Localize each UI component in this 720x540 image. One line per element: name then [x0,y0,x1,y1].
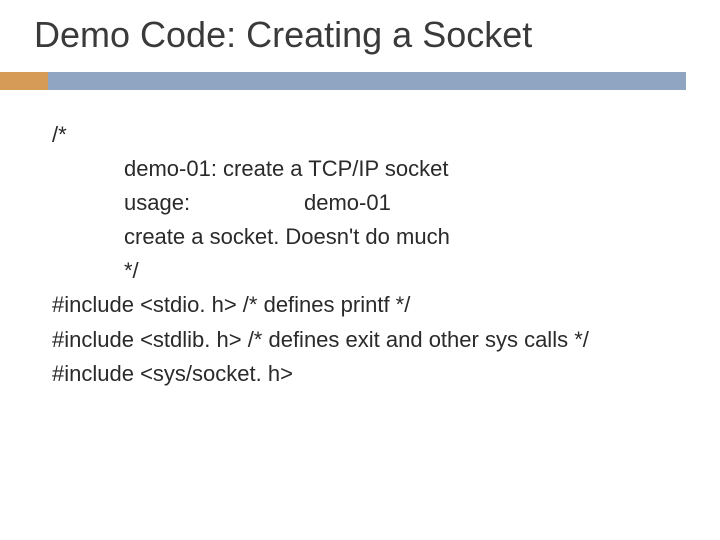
usage-label: usage: [124,186,304,220]
divider-accent-left [0,72,48,90]
divider-accent-right [48,72,686,90]
code-usage-line: usage:demo-01 [52,186,686,220]
slide-container: Demo Code: Creating a Socket /* demo-01:… [0,0,720,540]
code-content: /* demo-01: create a TCP/IP socket usage… [0,90,720,391]
comment-close: */ [52,254,686,288]
include-stdio: #include <stdio. h> /* defines printf */ [52,288,686,322]
include-stdlib: #include <stdlib. h> /* defines exit and… [52,323,686,357]
slide-title: Demo Code: Creating a Socket [0,0,720,64]
code-line-1: demo-01: create a TCP/IP socket [52,152,686,186]
include-socket: #include <sys/socket. h> [52,357,686,391]
divider-bar [0,72,720,90]
code-line-3: create a socket. Doesn't do much [52,220,686,254]
usage-value: demo-01 [304,190,391,215]
comment-open: /* [52,118,686,152]
